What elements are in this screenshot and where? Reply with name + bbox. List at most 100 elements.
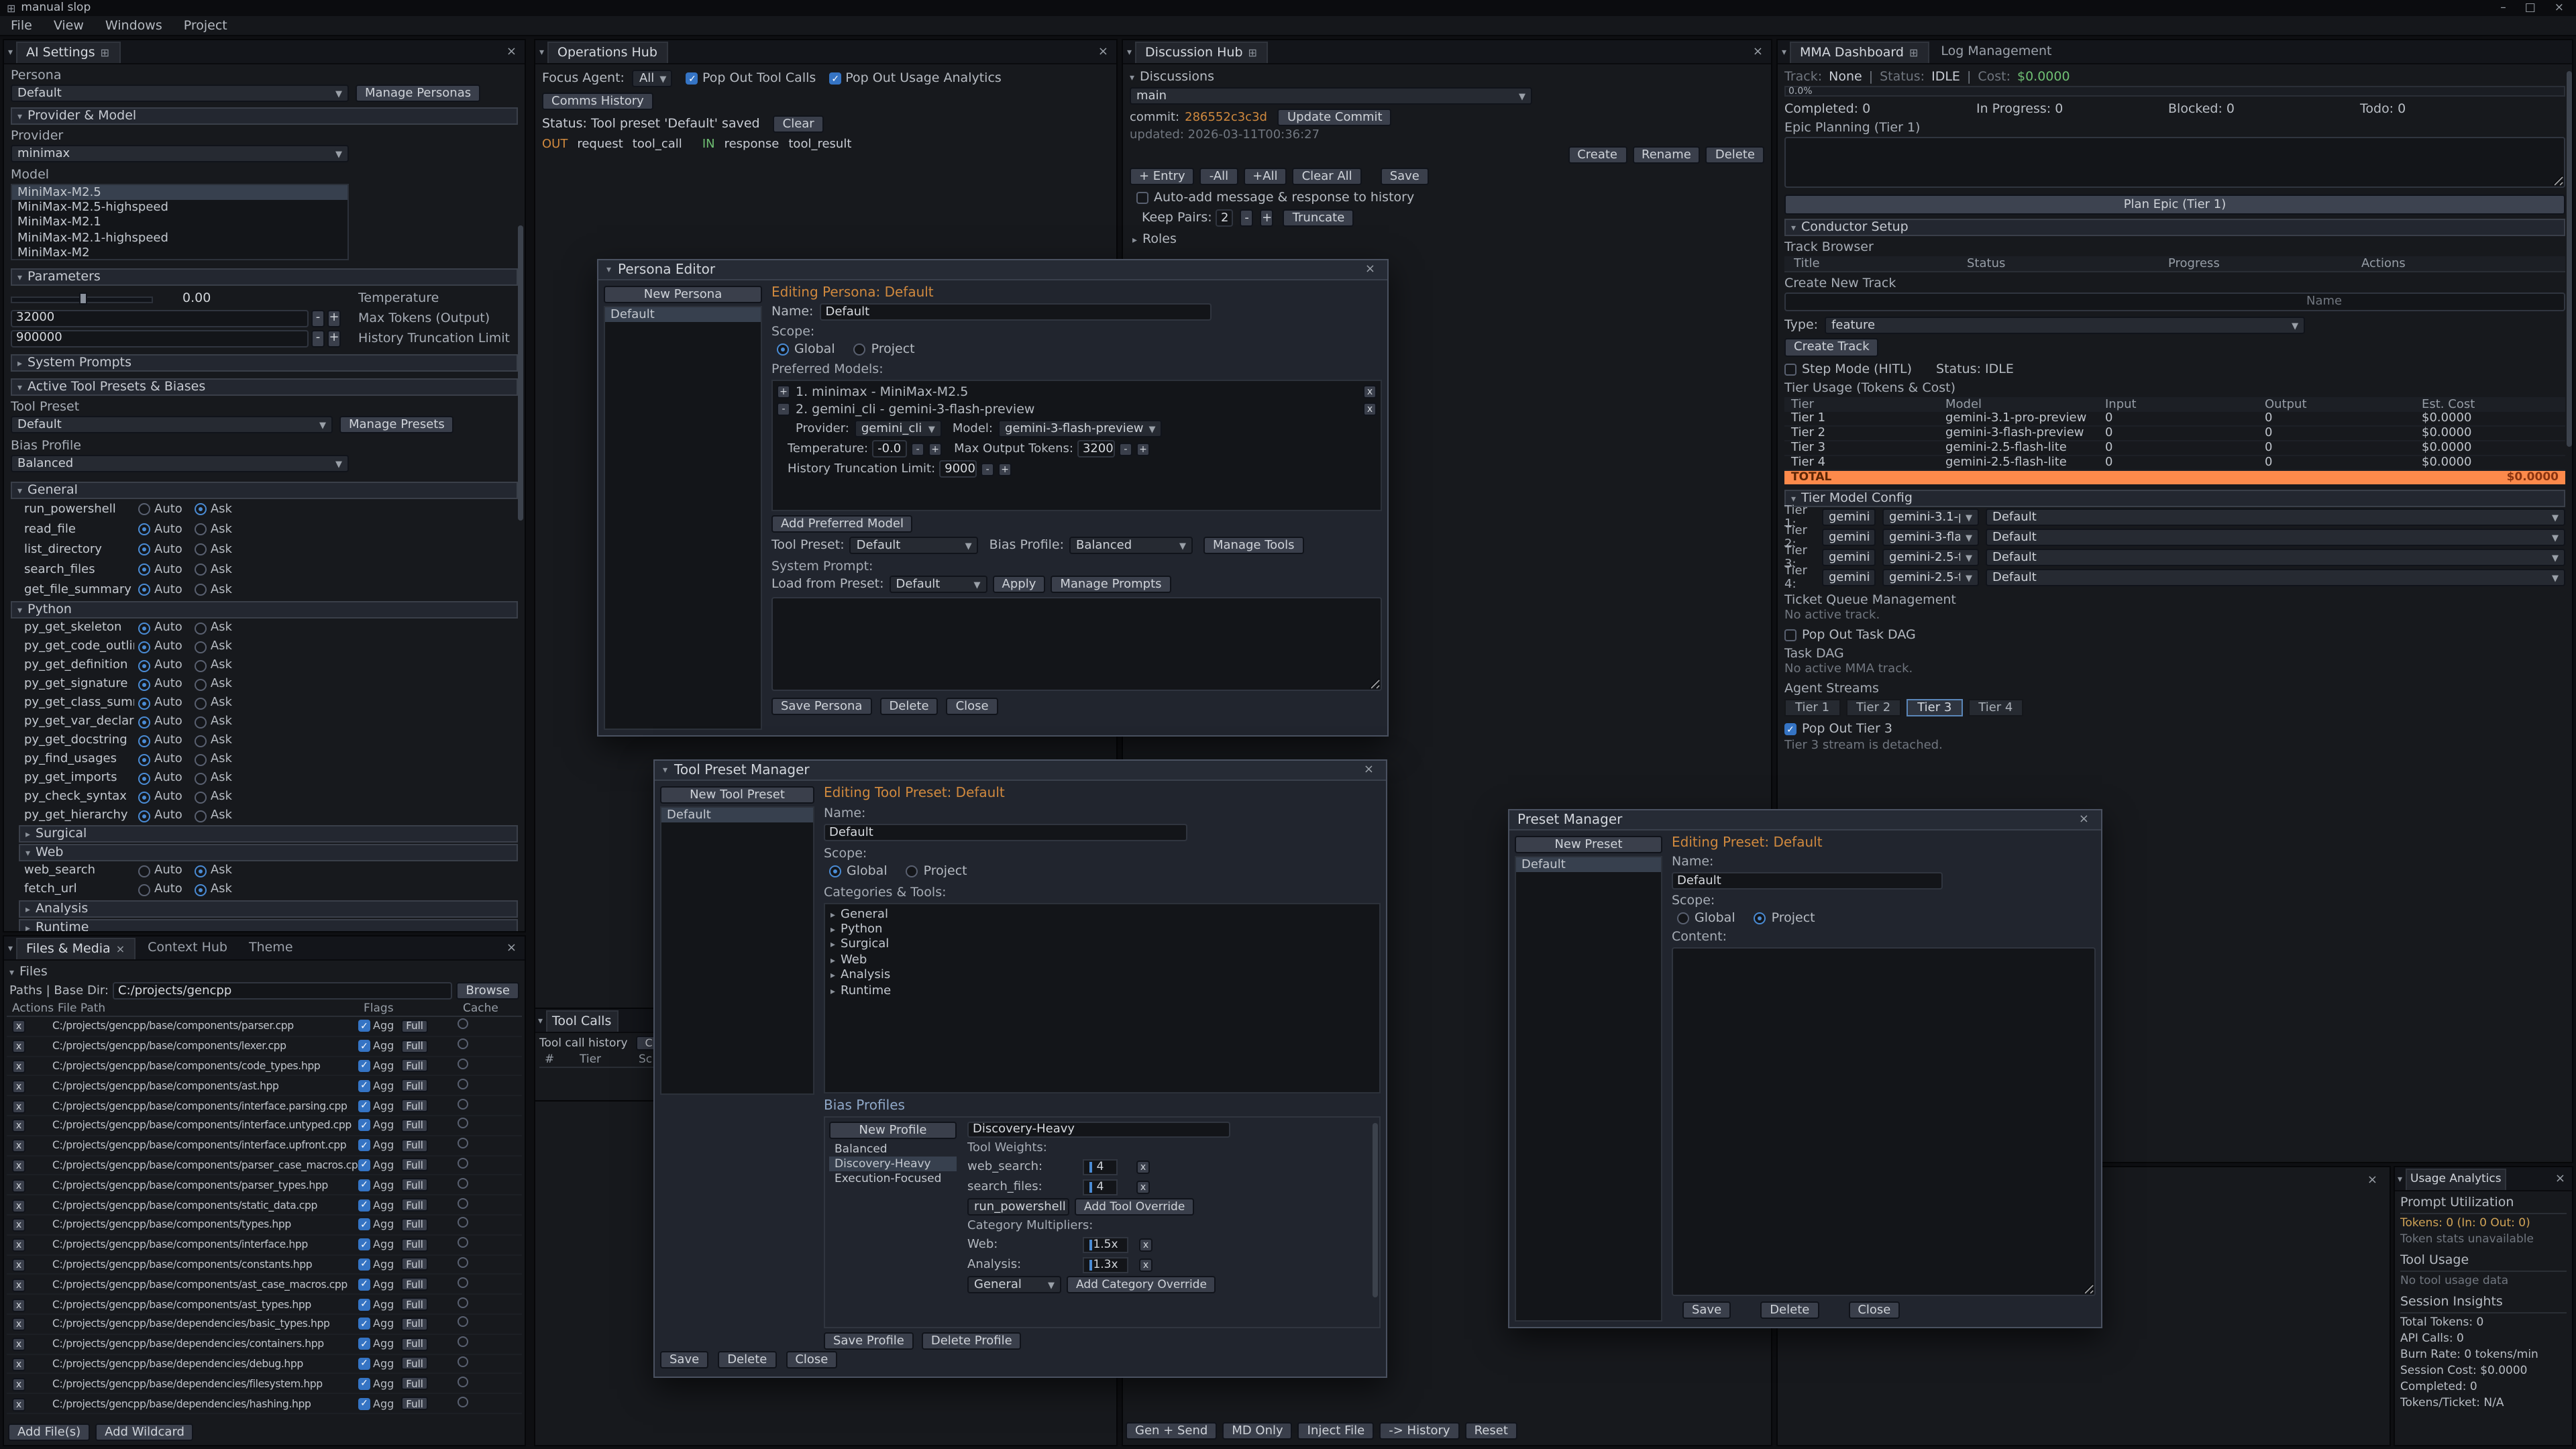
scope-project-radio[interactable] [906, 865, 918, 877]
agg-checkbox[interactable] [358, 1258, 370, 1271]
preset-name-input[interactable]: Default [824, 824, 1187, 841]
agg-checkbox[interactable] [358, 1159, 370, 1171]
auto-radio[interactable] [138, 753, 150, 765]
cache-indicator-icon[interactable] [458, 1038, 468, 1049]
preferred-model-select[interactable]: gemini-3-flash-preview▼ [998, 420, 1162, 437]
tier-provider-select[interactable]: gemini▼ [1822, 508, 1876, 526]
menu-item[interactable]: Project [173, 18, 238, 33]
agg-checkbox[interactable] [358, 1219, 370, 1231]
scope-global-radio[interactable] [777, 343, 789, 356]
tab-theme[interactable]: Theme [239, 937, 303, 959]
stream-tab[interactable]: Tier 1 [1784, 699, 1840, 716]
tab-close-icon[interactable]: × [116, 943, 125, 955]
remove-file-button[interactable]: x [12, 1397, 25, 1411]
history-limit-input[interactable]: 900000 [11, 329, 309, 347]
tier-model-select[interactable]: gemini-3.1-pro-preview▼ [1882, 508, 1979, 526]
auto-radio[interactable] [138, 772, 150, 784]
manage-presets-button[interactable]: Manage Presets [339, 416, 454, 433]
track-name-input[interactable]: Name [1784, 292, 2565, 311]
popout-icon[interactable]: ⊞ [1248, 46, 1257, 58]
stream-tab[interactable]: Tier 3 [1907, 699, 1962, 716]
close-dialog-button[interactable]: Close [1848, 1301, 1900, 1319]
add-preferred-model-button[interactable]: Add Preferred Model [771, 515, 913, 533]
full-button[interactable]: Full [400, 1318, 429, 1331]
cache-indicator-icon[interactable] [458, 1237, 468, 1248]
agg-checkbox[interactable] [358, 1397, 370, 1409]
agg-checkbox[interactable] [358, 1099, 370, 1112]
cache-indicator-icon[interactable] [458, 1158, 468, 1169]
model-option[interactable]: MiniMax-M2 [12, 246, 347, 260]
category-item[interactable]: ▸Runtime [825, 983, 1379, 999]
remove-model-button[interactable]: x [1363, 385, 1377, 398]
cache-indicator-icon[interactable] [458, 1218, 468, 1228]
remove-file-button[interactable]: x [12, 1199, 25, 1212]
epic-planning-textarea[interactable] [1784, 137, 2565, 188]
panel-menu-icon[interactable]: ▾ [1127, 46, 1132, 57]
dialog-caret-icon[interactable]: ▾ [663, 765, 667, 775]
panel-close-icon[interactable]: × [502, 45, 521, 58]
section-caret-icon[interactable]: ▸ [1132, 234, 1137, 245]
truncate-button[interactable]: Truncate [1283, 209, 1354, 227]
maximize-button[interactable]: □ [2525, 1, 2536, 15]
collapse-all-button[interactable]: -All [1200, 168, 1238, 185]
keep-pairs-input[interactable]: 2 [1216, 209, 1234, 227]
panel-menu-icon[interactable]: ▾ [1782, 46, 1786, 57]
category-item[interactable]: ▸General [825, 907, 1379, 922]
panel-close-icon[interactable]: × [1094, 45, 1112, 58]
remove-file-button[interactable]: x [12, 1099, 25, 1113]
model-option[interactable]: MiniMax-M2.1 [12, 216, 347, 231]
footer-action-button[interactable]: Gen + Send [1126, 1422, 1217, 1440]
temperature-input[interactable]: -0.0 [872, 440, 907, 458]
provider-select[interactable]: minimax▼ [11, 145, 349, 162]
focus-agent-select[interactable]: All▼ [633, 70, 673, 87]
dialog-close-icon[interactable]: × [1360, 763, 1378, 777]
tab-discussion-hub[interactable]: Discussion Hub ⊞ [1134, 41, 1268, 62]
tier-model-select[interactable]: gemini-2.5-flash-lite▼ [1882, 569, 1979, 586]
auto-radio[interactable] [138, 543, 150, 555]
cache-indicator-icon[interactable] [458, 1059, 468, 1069]
save-profile-button[interactable]: Save Profile [824, 1332, 914, 1350]
ask-radio[interactable] [195, 697, 207, 709]
auto-radio[interactable] [138, 503, 150, 515]
plan-epic-button[interactable]: Plan Epic (Tier 1) [1784, 195, 2565, 215]
section-caret-icon[interactable]: ▾ [1130, 72, 1134, 83]
auto-radio[interactable] [138, 735, 150, 747]
bias-profile-item[interactable]: Balanced [829, 1142, 957, 1157]
ask-radio[interactable] [195, 584, 207, 596]
cache-indicator-icon[interactable] [458, 1118, 468, 1129]
section-caret-icon[interactable]: ▾ [9, 967, 14, 977]
footer-action-button[interactable]: Reset [1465, 1422, 1517, 1440]
remove-file-button[interactable]: x [12, 1377, 25, 1391]
full-button[interactable]: Full [400, 1278, 429, 1291]
model-option[interactable]: MiniMax-M2.5 [12, 185, 347, 201]
remove-model-button[interactable]: x [1363, 402, 1377, 416]
model-option[interactable]: MiniMax-M2.5-highspeed [12, 201, 347, 216]
agg-checkbox[interactable] [358, 1120, 370, 1132]
browse-button[interactable]: Browse [456, 982, 519, 1000]
tier-provider-select[interactable]: gemini▼ [1822, 569, 1876, 586]
panel-menu-icon[interactable]: ▾ [8, 46, 13, 57]
add-category-override-button[interactable]: Add Category Override [1067, 1276, 1216, 1293]
auto-radio[interactable] [138, 641, 150, 653]
track-type-select[interactable]: feature▼ [1825, 317, 2305, 334]
expand-all-button[interactable]: +All [1243, 168, 1287, 185]
save-preset-button[interactable]: Save [660, 1351, 708, 1368]
tool-override-select[interactable]: run_powershell▼ [967, 1198, 1069, 1216]
new-preset-button[interactable]: New Preset [1515, 836, 1662, 853]
full-button[interactable]: Full [400, 1337, 429, 1350]
delete-profile-button[interactable]: Delete Profile [922, 1332, 1022, 1350]
menu-item[interactable]: View [43, 18, 95, 33]
full-button[interactable]: Full [400, 1397, 429, 1410]
auto-radio[interactable] [138, 883, 150, 896]
ask-radio[interactable] [195, 543, 207, 555]
create-discussion-button[interactable]: Create [1568, 146, 1627, 164]
scope-global-radio[interactable] [1677, 912, 1689, 924]
python-tools-section[interactable]: ▾Python [11, 601, 518, 619]
caret-right-icon[interactable]: ▸ [830, 924, 835, 935]
increment-button[interactable]: + [1260, 209, 1274, 227]
popout-icon[interactable]: ⊞ [1909, 46, 1918, 58]
caret-right-icon[interactable]: ▸ [830, 909, 835, 920]
full-button[interactable]: Full [400, 1377, 429, 1390]
agg-checkbox[interactable] [358, 1279, 370, 1291]
ask-radio[interactable] [195, 716, 207, 728]
